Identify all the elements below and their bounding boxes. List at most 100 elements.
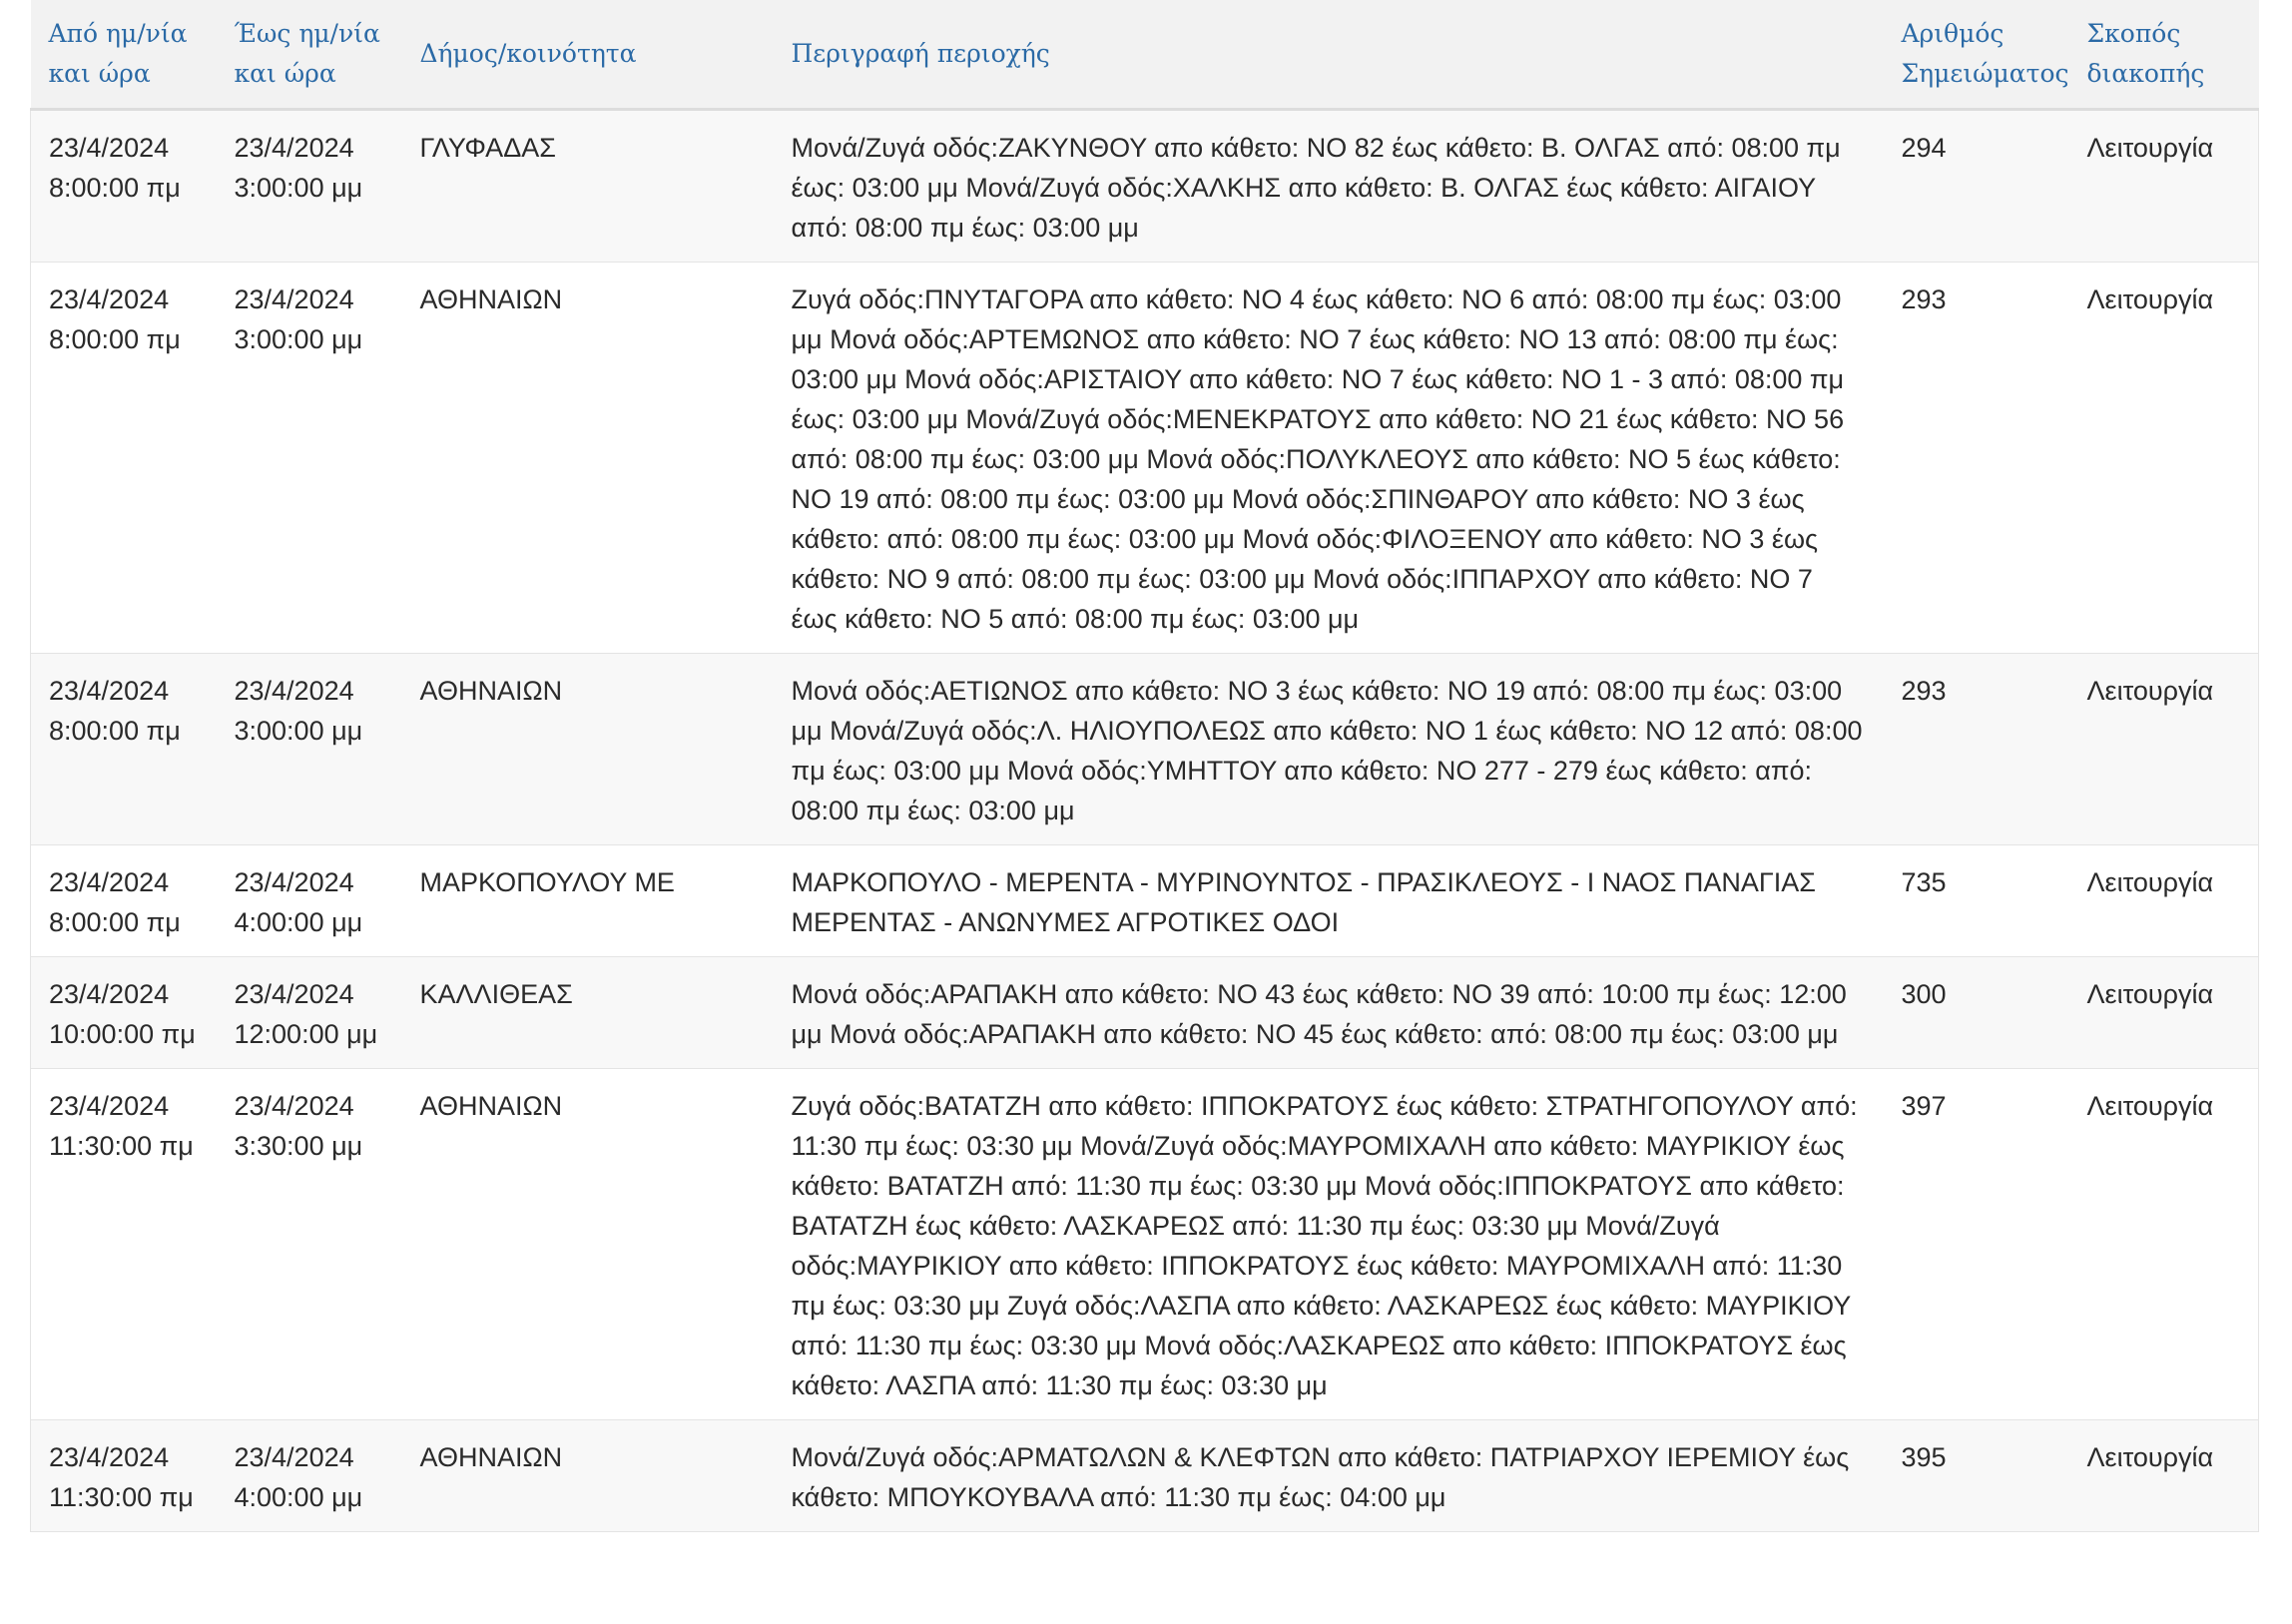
cell-description: Μονά/Ζυγά οδός:ΑΡΜΑΤΩΛΩΝ & ΚΛΕΦΤΩΝ απο κ… <box>774 1420 1884 1532</box>
table-row: 23/4/2024 11:30:00 πμ 23/4/2024 3:30:00 μμ Α… <box>30 1068 2259 1420</box>
outages-table-container: Από ημ/νία και ώρα Έως ημ/νία και ώρα Δή… <box>30 0 2259 1532</box>
header-from-line1: Από ημ/νία <box>48 19 188 48</box>
header-municipality[interactable]: Δήμος/κοινότητα <box>402 0 774 110</box>
header-purpose-line2: διακοπής <box>2086 59 2205 88</box>
purpose-text: Λειτουργία <box>2086 133 2214 163</box>
note-number-text: 300 <box>1901 979 1947 1009</box>
cell-purpose: Λειτουργία <box>2068 1419 2259 1532</box>
cell-note-number: 735 <box>1884 845 2069 957</box>
cell-to: 23/4/2024 3:00:00 μμ <box>217 110 402 263</box>
header-to-datetime[interactable]: Έως ημ/νία και ώρα <box>217 0 402 110</box>
from-date: 23/4/2024 <box>49 676 170 706</box>
from-time: 11:30:00 πμ <box>49 1482 194 1512</box>
municipality-text: ΓΛΥΦΑΔΑΣ <box>419 133 556 163</box>
cell-description: Μονά οδός:ΑΕΤΙΩΝΟΣ απο κάθετο: ΝΟ 3 έως … <box>774 654 1884 845</box>
purpose-text: Λειτουργία <box>2086 284 2214 314</box>
header-purpose-line1: Σκοπός <box>2086 19 2181 48</box>
description-text: Μονά οδός:ΑΕΤΙΩΝΟΣ απο κάθετο: ΝΟ 3 έως … <box>791 676 1863 825</box>
cell-note-number: 300 <box>1884 957 2069 1069</box>
description-text: Μονά οδός:ΑΡΑΠΑΚΗ απο κάθετο: ΝΟ 43 έως … <box>791 979 1847 1049</box>
municipality-text: ΑΘΗΝΑΙΩΝ <box>419 1091 563 1121</box>
description-text: Μονά/Ζυγά οδός:ΑΡΜΑΤΩΛΩΝ & ΚΛΕΦΤΩΝ απο κ… <box>791 1442 1850 1512</box>
cell-note-number: 395 <box>1884 1420 2069 1532</box>
municipality-text: ΑΘΗΝΑΙΩΝ <box>419 676 563 706</box>
header-purpose[interactable]: Σκοπός διακοπής <box>2069 0 2259 110</box>
cell-to: 23/4/2024 12:00:00 μμ <box>217 957 402 1069</box>
from-date: 23/4/2024 <box>49 284 170 314</box>
cell-from: 23/4/2024 11:30:00 πμ <box>30 1419 217 1532</box>
header-municipality-label: Δήμος/κοινότητα <box>419 39 637 68</box>
from-time: 8:00:00 πμ <box>49 173 181 203</box>
to-date: 23/4/2024 <box>234 1442 354 1472</box>
header-from-line2: και ώρα <box>48 59 151 88</box>
table-row: 23/4/2024 8:00:00 πμ 23/4/2024 3:00:00 μμ ΓΛ… <box>30 109 2259 263</box>
cell-from: 23/4/2024 8:00:00 πμ <box>30 844 217 957</box>
note-number-text: 293 <box>1901 284 1947 314</box>
cell-to: 23/4/2024 4:00:00 μμ <box>217 845 402 957</box>
to-date: 23/4/2024 <box>234 284 354 314</box>
cell-from: 23/4/2024 10:00:00 πμ <box>30 956 217 1069</box>
header-note-number[interactable]: Αριθμός Σημειώματος <box>1884 0 2069 110</box>
description-text: ΜΑΡΚΟΠΟΥΛΟ - ΜΕΡΕΝΤΑ - ΜΥΡΙΝΟΥΝΤΟΣ - ΠΡΑ… <box>791 867 1816 937</box>
header-from-datetime[interactable]: Από ημ/νία και ώρα <box>31 0 217 110</box>
cell-to: 23/4/2024 3:00:00 μμ <box>217 654 402 845</box>
header-row: Από ημ/νία και ώρα Έως ημ/νία και ώρα Δή… <box>30 0 2259 110</box>
note-number-text: 294 <box>1901 133 1947 163</box>
municipality-text: ΑΘΗΝΑΙΩΝ <box>419 284 563 314</box>
from-time: 10:00:00 πμ <box>49 1019 196 1049</box>
header-description[interactable]: Περιγραφή περιοχής <box>774 0 1884 110</box>
cell-purpose: Λειτουργία <box>2068 844 2259 957</box>
cell-from: 23/4/2024 8:00:00 πμ <box>30 653 217 845</box>
purpose-text: Λειτουργία <box>2086 1442 2214 1472</box>
cell-from: 23/4/2024 8:00:00 πμ <box>30 109 217 263</box>
from-date: 23/4/2024 <box>49 867 170 897</box>
cell-municipality: ΑΘΗΝΑΙΩΝ <box>402 1420 774 1532</box>
to-time: 4:00:00 μμ <box>234 1482 363 1512</box>
cell-purpose: Λειτουργία <box>2068 653 2259 845</box>
from-time: 8:00:00 πμ <box>49 716 181 746</box>
header-description-label: Περιγραφή περιοχής <box>791 39 1050 68</box>
to-date: 23/4/2024 <box>234 133 354 163</box>
description-text: Ζυγά οδός:ΠΝΥΤΑΓΟΡΑ απο κάθετο: ΝΟ 4 έως… <box>791 284 1845 634</box>
to-date: 23/4/2024 <box>234 867 354 897</box>
table-row: 23/4/2024 8:00:00 πμ 23/4/2024 3:00:00 μμ ΑΘ… <box>30 653 2259 845</box>
to-date: 23/4/2024 <box>234 1091 354 1121</box>
purpose-text: Λειτουργία <box>2086 1091 2214 1121</box>
cell-municipality: ΚΑΛΛΙΘΕΑΣ <box>402 957 774 1069</box>
cell-municipality: ΑΘΗΝΑΙΩΝ <box>402 1069 774 1420</box>
cell-note-number: 293 <box>1884 654 2069 845</box>
cell-purpose: Λειτουργία <box>2068 1068 2259 1420</box>
from-date: 23/4/2024 <box>49 979 170 1009</box>
cell-description: Μονά/Ζυγά οδός:ΖΑΚΥΝΘΟΥ απο κάθετο: ΝΟ 8… <box>774 110 1884 263</box>
header-to-line2: και ώρα <box>234 59 336 88</box>
cell-purpose: Λειτουργία <box>2068 956 2259 1069</box>
from-time: 8:00:00 πμ <box>49 907 181 937</box>
cell-description: Μονά οδός:ΑΡΑΠΑΚΗ απο κάθετο: ΝΟ 43 έως … <box>774 957 1884 1069</box>
cell-to: 23/4/2024 3:00:00 μμ <box>217 263 402 654</box>
table-header: Από ημ/νία και ώρα Έως ημ/νία και ώρα Δή… <box>30 0 2259 110</box>
municipality-text: ΜΑΡΚΟΠΟΥΛΟΥ ΜΕ <box>419 867 675 897</box>
to-time: 12:00:00 μμ <box>234 1019 378 1049</box>
to-time: 4:00:00 μμ <box>234 907 363 937</box>
municipality-text: ΚΑΛΛΙΘΕΑΣ <box>419 979 573 1009</box>
note-number-text: 735 <box>1901 867 1947 897</box>
from-time: 11:30:00 πμ <box>49 1131 194 1161</box>
description-text: Ζυγά οδός:ΒΑΤΑΤΖΗ απο κάθετο: ΙΠΠΟΚΡΑΤΟΥ… <box>791 1091 1858 1400</box>
municipality-text: ΑΘΗΝΑΙΩΝ <box>419 1442 563 1472</box>
header-number-line2: Σημειώματος <box>1901 59 2069 88</box>
description-text: Μονά/Ζυγά οδός:ΖΑΚΥΝΘΟΥ απο κάθετο: ΝΟ 8… <box>791 133 1841 243</box>
note-number-text: 397 <box>1901 1091 1947 1121</box>
cell-from: 23/4/2024 8:00:00 πμ <box>30 262 217 654</box>
cell-municipality: ΓΛΥΦΑΔΑΣ <box>402 110 774 263</box>
cell-description: Ζυγά οδός:ΠΝΥΤΑΓΟΡΑ απο κάθετο: ΝΟ 4 έως… <box>774 263 1884 654</box>
cell-note-number: 397 <box>1884 1069 2069 1420</box>
to-time: 3:30:00 μμ <box>234 1131 363 1161</box>
to-date: 23/4/2024 <box>234 676 354 706</box>
cell-from: 23/4/2024 11:30:00 πμ <box>30 1068 217 1420</box>
from-date: 23/4/2024 <box>49 1442 170 1472</box>
table-row: 23/4/2024 8:00:00 πμ 23/4/2024 3:00:00 μμ ΑΘ… <box>30 262 2259 654</box>
cell-purpose: Λειτουργία <box>2068 109 2259 263</box>
purpose-text: Λειτουργία <box>2086 867 2214 897</box>
note-number-text: 395 <box>1901 1442 1947 1472</box>
from-date: 23/4/2024 <box>49 1091 170 1121</box>
